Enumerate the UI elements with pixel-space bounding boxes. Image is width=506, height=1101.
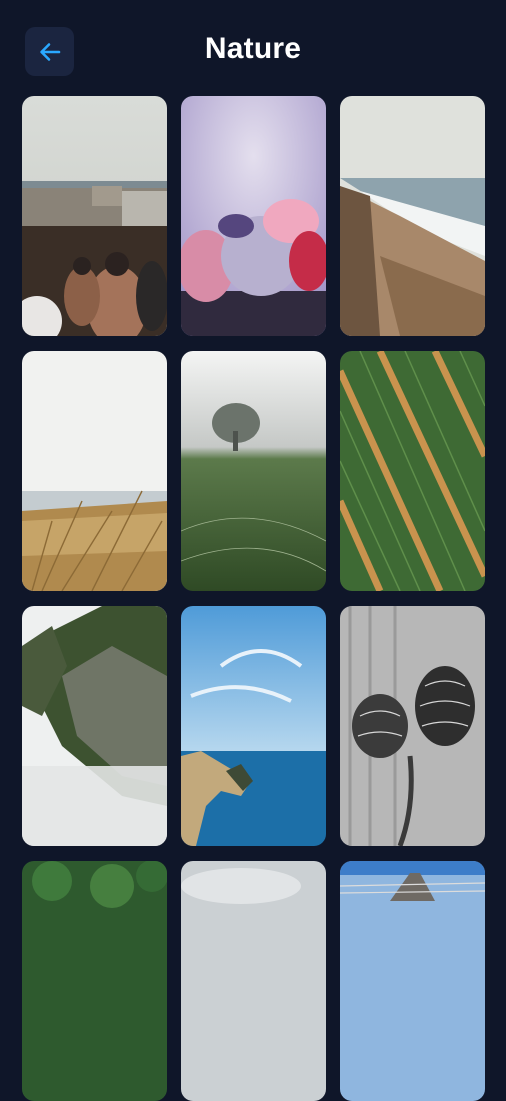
wallpaper-image bbox=[340, 351, 485, 591]
wallpaper-tile-blue-sky-coast[interactable] bbox=[181, 606, 326, 846]
top-bar: Nature bbox=[0, 0, 506, 96]
wallpaper-image bbox=[340, 606, 485, 846]
wallpaper-image bbox=[340, 861, 485, 1101]
wallpaper-tile-crowd-beach-town[interactable] bbox=[22, 96, 167, 336]
wallpaper-image bbox=[22, 861, 167, 1101]
wallpaper-image bbox=[181, 861, 326, 1101]
wallpaper-tile-pine-cones-bw[interactable] bbox=[340, 606, 485, 846]
wallpaper-image bbox=[181, 351, 326, 591]
wallpaper-tile-cloudy-sky[interactable] bbox=[181, 861, 326, 1101]
wallpaper-image bbox=[181, 96, 326, 336]
wallpaper-tile-green-foliage[interactable] bbox=[22, 861, 167, 1101]
wallpaper-image bbox=[22, 351, 167, 591]
wallpaper-tile-dune-grass-sea[interactable] bbox=[22, 351, 167, 591]
wallpaper-image bbox=[22, 606, 167, 846]
wallpaper-image bbox=[22, 96, 167, 336]
wallpaper-tile-foggy-field-tree[interactable] bbox=[181, 351, 326, 591]
wallpaper-tile-pier-railway[interactable] bbox=[340, 861, 485, 1101]
wallpaper-image bbox=[181, 606, 326, 846]
wallpaper-tile-misty-cliff[interactable] bbox=[22, 606, 167, 846]
wallpaper-tile-crop-rows-aerial[interactable] bbox=[340, 351, 485, 591]
wallpaper-tile-frozen-berries[interactable] bbox=[181, 96, 326, 336]
page-title: Nature bbox=[204, 32, 302, 65]
wallpaper-image bbox=[340, 96, 485, 336]
wallpaper-grid bbox=[22, 96, 486, 1101]
wallpaper-tile-coastal-cliff[interactable] bbox=[340, 96, 485, 336]
